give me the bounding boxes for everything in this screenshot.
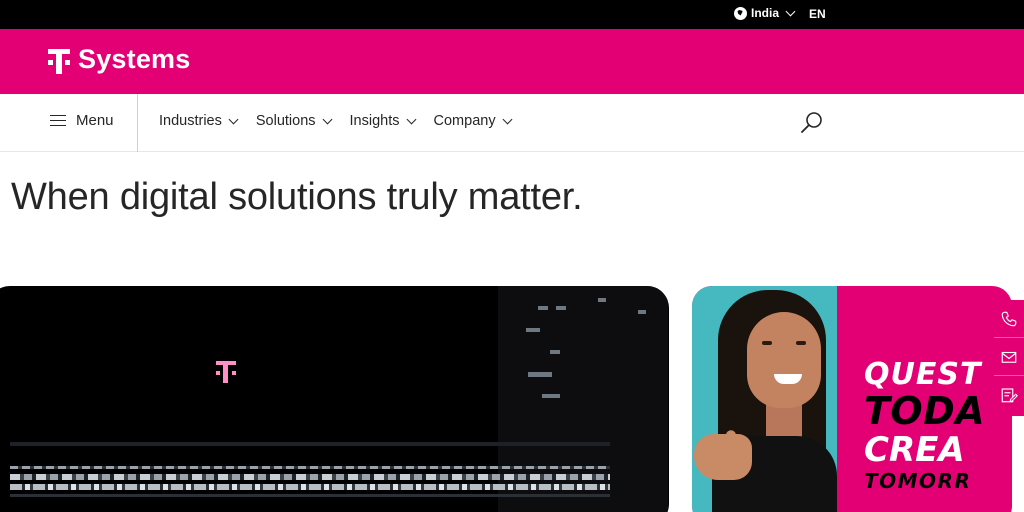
country-selector[interactable]: India — [734, 6, 796, 20]
telekom-t-icon — [48, 46, 70, 74]
contact-form-icon — [1001, 388, 1018, 403]
nav-item-solutions[interactable]: Solutions — [255, 113, 332, 129]
menu-button[interactable]: Menu — [50, 112, 114, 129]
top-utility-bar: India EN — [0, 0, 1024, 29]
phone-button[interactable] — [994, 300, 1024, 338]
logo-text: Systems — [78, 44, 191, 74]
contact-rail — [994, 300, 1024, 416]
promo-headline: QUEST TODA CREA TOMORR — [864, 357, 986, 493]
contact-form-button[interactable] — [994, 376, 1024, 414]
language-selector[interactable]: EN — [809, 7, 826, 21]
promo-photo — [692, 286, 837, 512]
mail-button[interactable] — [994, 338, 1024, 376]
telekom-t-sign-icon — [216, 359, 236, 385]
promo-line-1: QUEST — [864, 357, 982, 392]
nav-item-industries[interactable]: Industries — [159, 113, 239, 129]
country-label: India — [751, 6, 780, 20]
brand-bar: Systems — [0, 29, 1024, 94]
menu-label: Menu — [76, 112, 114, 129]
nav-item-label: Company — [433, 113, 496, 129]
promo-line-3: CREA — [864, 430, 965, 470]
nav-item-label: Solutions — [255, 113, 316, 129]
chevron-down-icon — [406, 114, 416, 124]
chevron-down-icon — [322, 114, 332, 124]
page-headline: When digital solutions truly matter. — [11, 176, 583, 218]
promo-card[interactable]: QUEST TODA CREA TOMORR — [692, 286, 1012, 512]
search-icon[interactable] — [800, 110, 824, 134]
hero-image[interactable] — [0, 286, 669, 512]
t-systems-logo[interactable]: Systems — [48, 44, 190, 75]
main-navigation: Menu Industries Solutions Insights Compa… — [0, 94, 1024, 152]
nav-item-label: Industries — [159, 113, 222, 129]
nav-item-insights[interactable]: Insights — [349, 113, 416, 129]
nav-item-label: Insights — [349, 113, 400, 129]
nav-divider — [137, 94, 138, 152]
nav-item-company[interactable]: Company — [433, 113, 513, 129]
mail-icon — [1001, 351, 1017, 363]
chevron-down-icon — [228, 114, 239, 124]
phone-icon — [1001, 311, 1017, 326]
promo-line-4: TOMORR — [864, 469, 972, 493]
hamburger-icon — [50, 114, 66, 127]
globe-icon — [734, 6, 747, 20]
nav-items: Industries Solutions Insights Company — [159, 113, 513, 129]
promo-line-2: TODA — [864, 389, 986, 433]
chevron-down-icon — [785, 6, 796, 16]
chevron-down-icon — [502, 114, 513, 124]
